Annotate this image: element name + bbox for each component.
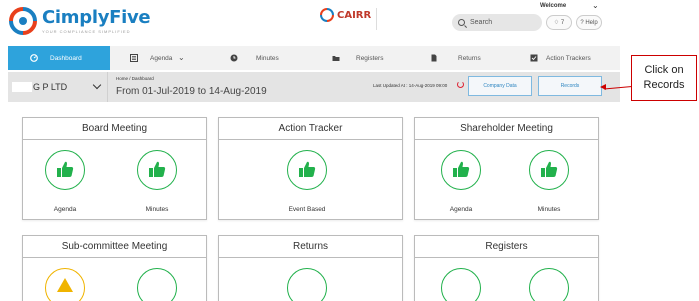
- notifications-count: 7: [560, 19, 565, 26]
- company-select[interactable]: G P LTD: [8, 72, 108, 102]
- help-label: Help: [585, 19, 598, 26]
- tab-registers[interactable]: Registers: [314, 46, 416, 70]
- card-sub-committee-meeting: Sub-committee Meeting: [22, 235, 207, 301]
- tab-returns[interactable]: Returns: [416, 46, 518, 70]
- app-page: CimplyFive YOUR COMPLIANCE SIMPLIFIED CA…: [0, 0, 699, 301]
- brand-name: CimplyFive: [42, 7, 151, 28]
- thumbs-up-icon: [453, 161, 470, 177]
- folder-icon: [332, 56, 340, 61]
- chevron-down-icon: [92, 80, 102, 90]
- callout-line-1: Click on: [644, 64, 684, 76]
- card-board-meeting: Board Meeting Agenda Minutes: [22, 117, 207, 220]
- shareholder-minutes-label: Minutes: [537, 206, 561, 213]
- shareholder-agenda-button[interactable]: [441, 150, 481, 190]
- tab-agenda-label: Agenda: [150, 55, 173, 62]
- tab-registers-label: Registers: [356, 55, 384, 62]
- company-data-button[interactable]: Company Data: [468, 76, 532, 96]
- thumbs-up-icon: [149, 161, 166, 177]
- card-action-tracker: Action Tracker Event Based: [218, 117, 403, 220]
- tab-action-trackers[interactable]: Action Trackers: [518, 46, 620, 70]
- brand-logo[interactable]: CimplyFive YOUR COMPLIANCE SIMPLIFIED: [8, 6, 151, 36]
- header-divider: [376, 8, 377, 30]
- board-agenda-label: Agenda: [53, 206, 77, 213]
- tab-agenda[interactable]: Agenda ⌄: [110, 46, 212, 70]
- tracker-icon: [530, 54, 538, 62]
- notifications-button[interactable]: ♢ 7: [546, 15, 572, 30]
- tab-minutes-label: Minutes: [256, 55, 279, 62]
- event-based-label: Event Based: [288, 206, 326, 213]
- event-based-button[interactable]: [287, 150, 327, 190]
- last-updated-text: Last Updated At : 14-Aug-2019 09:00: [373, 83, 448, 88]
- callout-box: Click on Records: [631, 55, 697, 101]
- board-minutes-button[interactable]: [137, 150, 177, 190]
- shareholder-agenda-label: Agenda: [449, 206, 473, 213]
- tab-dashboard-label: Dashboard: [50, 55, 82, 62]
- main-nav: Dashboard Agenda ⌄ Minutes Registers Ret…: [8, 46, 620, 70]
- welcome-text[interactable]: Welcome: [540, 3, 566, 9]
- dashboard-icon: [30, 54, 38, 62]
- sub-committee-alert-button[interactable]: [45, 268, 85, 301]
- card-shareholder-meeting: Shareholder Meeting Agenda Minutes: [414, 117, 599, 220]
- chevron-down-icon[interactable]: ⌄: [592, 1, 599, 10]
- context-bar: G P LTD Home / Dashboard From 01-Jul-201…: [8, 72, 620, 102]
- period-title: From 01-Jul-2019 to 14-Aug-2019: [116, 86, 267, 97]
- returns-button[interactable]: [287, 268, 327, 301]
- top-header: CimplyFive YOUR COMPLIANCE SIMPLIFIED CA…: [0, 0, 620, 44]
- registers-right-button[interactable]: [529, 268, 569, 301]
- document-icon: [431, 54, 437, 62]
- card-title: Sub-committee Meeting: [23, 236, 206, 258]
- help-button[interactable]: ? Help: [576, 15, 602, 30]
- board-agenda-button[interactable]: [45, 150, 85, 190]
- thumbs-up-icon: [57, 161, 74, 177]
- thumbs-up-icon: [541, 161, 558, 177]
- refresh-icon[interactable]: [457, 81, 464, 88]
- shareholder-minutes-button[interactable]: [529, 150, 569, 190]
- card-title: Registers: [415, 236, 598, 258]
- tab-returns-label: Returns: [458, 55, 481, 62]
- callout-arrow-head: [600, 84, 606, 90]
- clock-icon: [230, 54, 238, 62]
- thumbs-up-icon: [299, 161, 316, 177]
- search-icon: [458, 19, 465, 26]
- search-placeholder: Search: [470, 19, 493, 26]
- board-minutes-label: Minutes: [145, 206, 169, 213]
- cairr-logo[interactable]: CAIRR: [320, 8, 371, 22]
- registers-left-button[interactable]: [441, 268, 481, 301]
- cairr-label: CAIRR: [337, 9, 372, 21]
- sub-committee-minutes-button[interactable]: [137, 268, 177, 301]
- brand-tagline: YOUR COMPLIANCE SIMPLIFIED: [42, 29, 131, 34]
- company-name: G P LTD: [33, 82, 68, 92]
- card-title: Returns: [219, 236, 402, 258]
- card-returns: Returns: [218, 235, 403, 301]
- chevron-down-icon: ⌄: [178, 53, 185, 62]
- question-icon: ?: [580, 19, 584, 26]
- company-name-redaction: [12, 82, 32, 92]
- tab-action-trackers-label: Action Trackers: [546, 55, 591, 62]
- callout-line-2: Records: [643, 79, 685, 91]
- breadcrumb[interactable]: Home / Dashboard: [116, 76, 154, 81]
- card-title: Shareholder Meeting: [415, 118, 598, 140]
- bell-icon: ♢: [553, 20, 560, 26]
- records-button[interactable]: Records: [538, 76, 602, 96]
- cairr-logo-icon: [320, 8, 334, 22]
- card-title: Board Meeting: [23, 118, 206, 140]
- card-title: Action Tracker: [219, 118, 402, 140]
- agenda-icon: [130, 54, 138, 62]
- search-input[interactable]: Search: [452, 14, 542, 31]
- cimplyfive-logo-icon: [9, 7, 37, 35]
- tab-minutes[interactable]: Minutes: [212, 46, 314, 70]
- tab-dashboard[interactable]: Dashboard: [8, 46, 110, 70]
- warning-icon: [57, 278, 73, 292]
- card-registers: Registers: [414, 235, 599, 301]
